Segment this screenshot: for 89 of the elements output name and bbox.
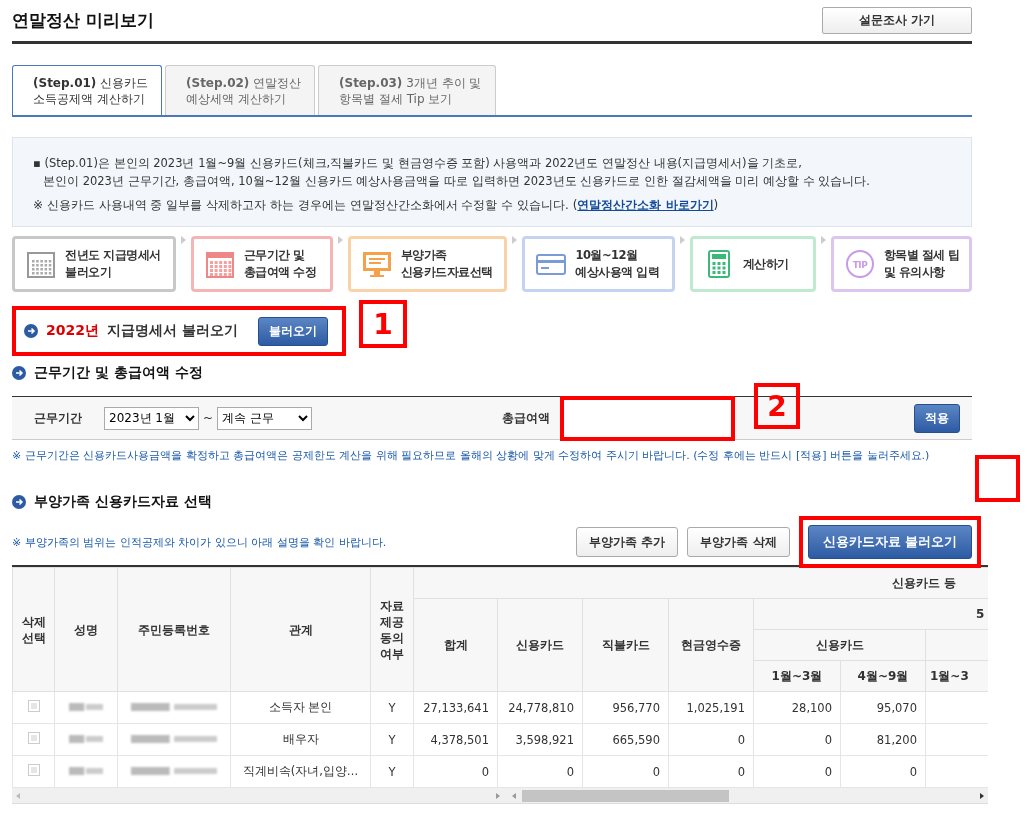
column-header: 1월~3월: [753, 660, 841, 692]
agree-cell: Y: [370, 691, 414, 724]
relation-cell: 배우자: [230, 723, 371, 756]
amount-cell: 665,590: [582, 723, 669, 756]
amount-cell: 24,778,810: [497, 691, 583, 724]
column-header: 현금영수증: [668, 598, 754, 692]
amount-cell: 0: [753, 723, 841, 756]
dependent-button[interactable]: 부양가족 추가: [576, 527, 679, 557]
load-button[interactable]: 불러오기: [257, 316, 328, 346]
chevron-icon: [180, 236, 186, 244]
dependent-note: ※ 부양가족의 범위는 인적공제와 차이가 있으니 아래 설명을 확인 바랍니다.: [12, 534, 387, 550]
bullet-icon: [12, 366, 26, 380]
period-label: 근무기간: [34, 409, 82, 427]
agree-cell: Y: [370, 723, 414, 756]
simplified-service-link[interactable]: 연말정산간소화 바로가기: [577, 198, 714, 212]
step-tab[interactable]: (Step.01) 신용카드 소득공제액 계산하기: [12, 65, 162, 115]
annotation-number: 1: [359, 300, 407, 348]
column-header: 신용카드: [497, 598, 583, 692]
column-header: 신용카드 등: [413, 567, 988, 599]
column-header: 신용카드: [753, 629, 926, 661]
step-card[interactable]: 전년도 지급명세서 불러오기: [12, 236, 176, 292]
start-month-select[interactable]: 2023년 1월: [104, 406, 199, 430]
section-title: 지급명세서 불러오기: [106, 322, 238, 340]
period-note: ※ 근무기간은 신용카드사용금액을 확정하고 총급여액은 공제한도 계산을 위해 필요하므로 올해의 상황에 맞게 수정하여 주시기 바랍니다. (수정 후에는 반드시 [적용] 버튼을 눌러주세요.): [12, 448, 931, 463]
relation-cell: 직계비속(자녀,입양…: [230, 755, 371, 788]
blurred-text: [69, 733, 103, 744]
relation-cell: 소득자 본인: [230, 691, 371, 724]
chevron-icon: [512, 236, 518, 244]
section-title: 근무기간 및 총급여액 수정: [34, 364, 203, 382]
info-text: ▪ (Step.01)은 본인의 2023년 1월~9월 신용카드(체크,직불카드 및 현금영수증 포함) 사용액과 2022년도 연말정산 내용(지급명세서)을 기초로,: [33, 155, 803, 172]
amount-cell: 81,200: [840, 723, 926, 756]
apply-button[interactable]: 적용: [914, 403, 960, 433]
amount-cell: 28,100: [753, 691, 841, 724]
column-header: 삭제 선택: [12, 567, 55, 692]
annotation-box: [975, 455, 1020, 502]
bullet-icon: [24, 324, 38, 338]
info-note: ※ 신용카드 사용내역 중 일부를 삭제하고자 하는 경우에는 연말정산간소화에서 수정할 수 있습니다. (연말정산간소화 바로가기): [33, 197, 720, 214]
step-card[interactable]: 근무기간 및 총급여액 수정: [190, 236, 333, 292]
salary-field[interactable]: [560, 395, 736, 441]
amount-cell: 0: [413, 755, 498, 788]
step-tab[interactable]: (Step.02) 연말정산 예상세액 계산하기: [165, 65, 315, 115]
step-card[interactable]: 계산하기: [689, 236, 816, 292]
chevron-icon: [679, 236, 685, 244]
column-header: 관계: [230, 567, 371, 692]
annotation-number: 2: [754, 383, 800, 429]
chevron-icon: [820, 236, 826, 244]
column-header: 자료 제공 동의 여부: [370, 567, 414, 692]
amount-cell: 0: [753, 755, 841, 788]
info-text: 본인이 2023년 근무기간, 총급여액, 10월~12월 신용카드 예상사용금액을 따로 입력하면 2023년도 신용카드로 인한 절감세액을 미리 예상할 수 있습니다.: [42, 173, 871, 190]
column-header: 직불카드: [582, 598, 669, 692]
checkbox[interactable]: [27, 700, 40, 712]
column-header: 합계: [413, 598, 498, 692]
amount-cell: 95,070: [840, 691, 926, 724]
amount-cell: 1,025,191: [668, 691, 754, 724]
step-card[interactable]: TIP 항목별 절세 팁 및 유의사항: [830, 236, 972, 292]
end-select[interactable]: 계속 근무: [217, 406, 313, 430]
amount-cell: 0: [497, 755, 583, 788]
chevron-icon: [337, 236, 343, 244]
survey-button[interactable]: 설문조사 가기: [822, 7, 972, 34]
checkbox[interactable]: [27, 764, 40, 776]
column-header: 1월~3: [925, 660, 988, 692]
agree-cell: Y: [370, 755, 414, 788]
amount-cell: 0: [668, 755, 754, 788]
dependent-button[interactable]: 부양가족 삭제: [687, 527, 790, 557]
column-header: 5: [753, 598, 988, 630]
bullet-icon: [12, 495, 26, 509]
amount-cell: 0: [668, 723, 754, 756]
amount-cell: 3,598,921: [497, 723, 583, 756]
checkbox[interactable]: [27, 732, 40, 744]
amount-cell: 0: [840, 755, 926, 788]
column-header: 주민등록번호: [117, 567, 231, 692]
page-title: 연말정산 미리보기: [12, 9, 154, 32]
column-header: 4월~9월: [840, 660, 926, 692]
salary-label: 총급여액: [502, 409, 551, 427]
amount-cell: 4,378,501: [413, 723, 498, 756]
step-card[interactable]: 10월~12월 예상사용액 입력: [522, 236, 675, 292]
range-separator: ~: [203, 411, 214, 425]
tip-icon: TIP: [843, 248, 876, 280]
load-card-data-button[interactable]: 신용카드자료 불러오기: [807, 525, 972, 559]
step-card[interactable]: 부양가족 신용카드자료선택: [347, 236, 508, 292]
step-tab[interactable]: (Step.03) 3개년 추이 및 항목별 절세 Tip 보기: [318, 65, 496, 115]
section-title: 부양가족 신용카드자료 선택: [34, 493, 212, 511]
amount-cell: 956,770: [582, 691, 669, 724]
amount-cell: 0: [582, 755, 669, 788]
blurred-text: [69, 765, 103, 776]
amount-cell: 27,133,641: [413, 691, 498, 724]
column-header: 성명: [54, 567, 118, 692]
section-year: 2022년: [46, 322, 99, 340]
blurred-text: [69, 701, 103, 712]
